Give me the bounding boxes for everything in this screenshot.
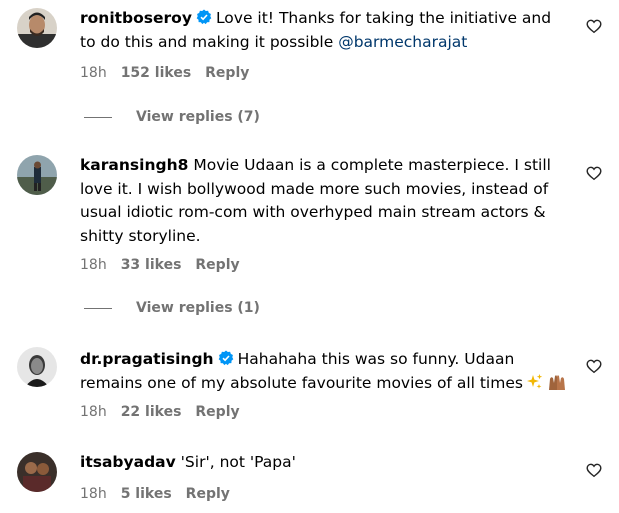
timestamp: 18h [80, 404, 107, 420]
comment-text-block: karansingh8 Movie Udaan is a complete ma… [80, 154, 570, 248]
username[interactable]: dr.pragatisingh [80, 350, 214, 368]
reply-button[interactable]: Reply [205, 65, 249, 81]
timestamp: 18h [80, 486, 107, 502]
comment-meta: 18h 152 likes Reply [80, 65, 263, 81]
reply-button[interactable]: Reply [186, 486, 230, 502]
comment-meta: 18h 5 likes Reply [80, 486, 244, 502]
heart-icon[interactable] [586, 165, 604, 183]
likes-count[interactable]: 152 likes [121, 65, 191, 81]
likes-count[interactable]: 33 likes [121, 257, 182, 273]
comment-text-block: ronitboseroy Love it! Thanks for taking t… [80, 7, 570, 54]
view-replies-label: View replies (1) [136, 300, 260, 316]
avatar[interactable] [17, 8, 57, 48]
timestamp: 18h [80, 257, 107, 273]
comment-meta: 18h 33 likes Reply [80, 257, 254, 273]
view-replies-button[interactable]: View replies (7) [84, 109, 260, 125]
comment-text-block: dr.pragatisingh Hahahaha this was so funn… [80, 348, 570, 398]
avatar[interactable] [17, 347, 57, 387]
verified-badge-icon [218, 350, 234, 366]
heart-icon[interactable] [586, 358, 604, 376]
username[interactable]: itsabyadav [80, 453, 176, 471]
heart-icon[interactable] [586, 462, 604, 480]
hands-icon [547, 373, 567, 399]
timestamp: 18h [80, 65, 107, 81]
view-replies-label: View replies (7) [136, 109, 260, 125]
comment-text: 'Sir', not 'Papa' [180, 453, 296, 471]
heart-icon[interactable] [586, 18, 604, 36]
likes-count[interactable]: 5 likes [121, 486, 172, 502]
divider [84, 307, 112, 309]
reply-button[interactable]: Reply [195, 257, 239, 273]
verified-badge-icon [196, 9, 212, 25]
view-replies-button[interactable]: View replies (1) [84, 300, 260, 316]
reply-button[interactable]: Reply [195, 404, 239, 420]
sparkles-icon [526, 373, 544, 399]
comment-text-block: itsabyadav 'Sir', not 'Papa' [80, 451, 570, 475]
avatar[interactable] [17, 155, 57, 195]
mention-link[interactable]: @barmecharajat [338, 33, 467, 51]
divider [84, 116, 112, 118]
username[interactable]: karansingh8 [80, 156, 188, 174]
username[interactable]: ronitboseroy [80, 9, 192, 27]
likes-count[interactable]: 22 likes [121, 404, 182, 420]
avatar[interactable] [17, 452, 57, 492]
comment-meta: 18h 22 likes Reply [80, 404, 254, 420]
